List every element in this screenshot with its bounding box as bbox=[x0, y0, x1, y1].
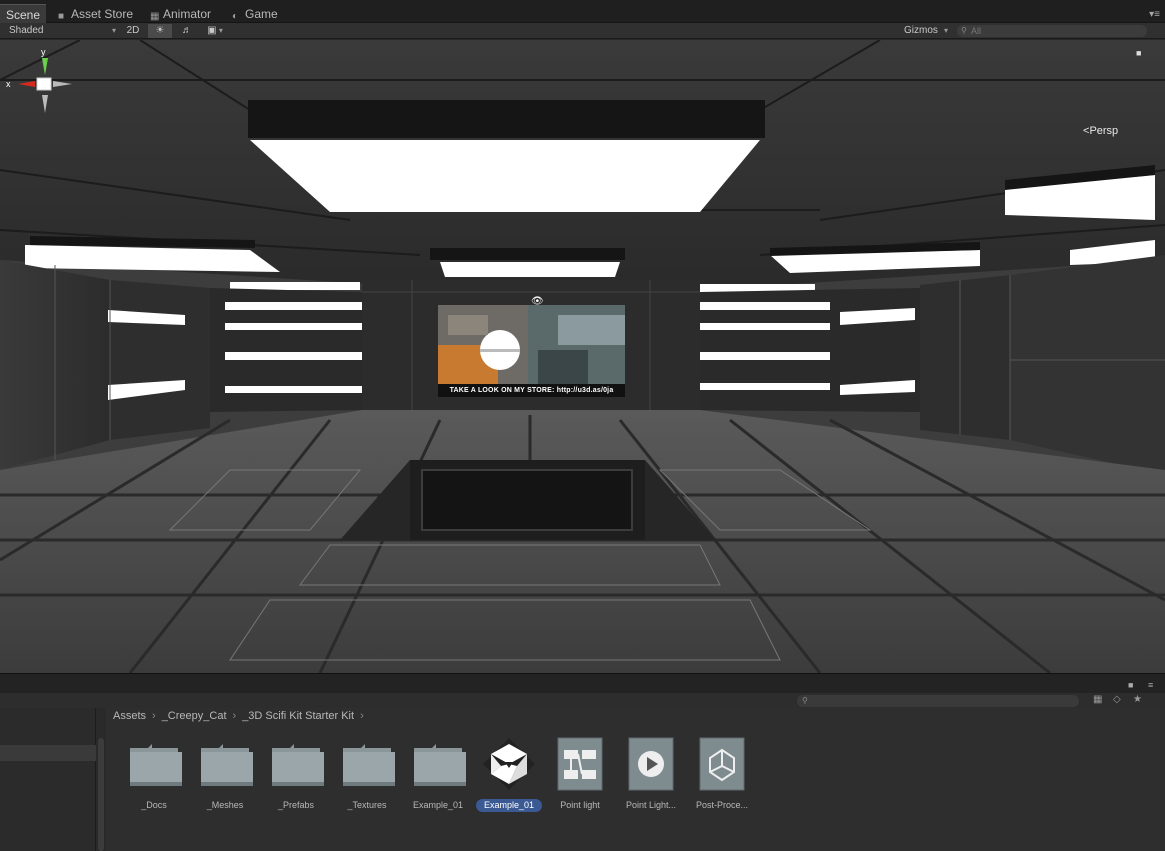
scene-toolbar: Shaded ▾ 2D ☀ ♬ ▣ ▾ Gizmos ▾ ⚲ All bbox=[0, 23, 1165, 39]
folder-tree-scrollbar[interactable] bbox=[96, 708, 106, 851]
image-icon: ▣ bbox=[207, 25, 217, 36]
search-icon: ⚲ bbox=[961, 26, 967, 35]
projection-label: Persp bbox=[1089, 125, 1119, 137]
project-search-input[interactable]: ⚲ bbox=[797, 695, 1079, 707]
store-screen-caption: TAKE A LOOK ON MY STORE: http://u3d.as/0… bbox=[438, 384, 625, 397]
asset-item-post-processing[interactable]: Post-Proce... bbox=[686, 736, 758, 812]
project-folder-tree[interactable] bbox=[0, 708, 96, 851]
asset-label: Post-Proce... bbox=[695, 800, 749, 810]
asset-item-textures-folder[interactable]: _Textures bbox=[331, 736, 403, 812]
tab-animator-label: Animator bbox=[163, 7, 212, 21]
filter-by-type-icon[interactable]: ▦ bbox=[1093, 694, 1102, 705]
folder-icon bbox=[339, 736, 395, 792]
lock-icon[interactable]: ■ bbox=[1136, 48, 1141, 58]
folder-icon bbox=[197, 736, 253, 792]
asset-label: _Meshes bbox=[206, 800, 244, 810]
editor-tab-bar: Scene ■ Asset Store ▦ Animator ◐ Game ▾≡ bbox=[0, 0, 1165, 23]
unity-asset-icon bbox=[694, 736, 750, 792]
2d-toggle-label: 2D bbox=[126, 25, 140, 36]
panel-menu-icon[interactable]: ≡ bbox=[1148, 680, 1153, 690]
shading-mode-dropdown[interactable]: Shaded ▾ bbox=[4, 24, 118, 38]
selected-tree-item[interactable] bbox=[0, 745, 96, 761]
tab-scene[interactable]: Scene bbox=[0, 4, 47, 23]
tab-asset-store-label: Asset Store bbox=[71, 7, 134, 21]
asset-item-point-light-clip[interactable]: Point Light... bbox=[615, 736, 687, 812]
asset-item-example-folder[interactable]: Example_01 bbox=[402, 736, 474, 812]
breadcrumb-creepy-cat[interactable]: _Creepy_Cat bbox=[162, 710, 227, 722]
audio-toggle-button[interactable]: ♬ bbox=[176, 24, 198, 38]
breadcrumb-scifi-kit[interactable]: _3D Scifi Kit Starter Kit bbox=[242, 710, 354, 722]
game-icon: ◐ bbox=[232, 11, 239, 22]
store-screen: TAKE A LOOK ON MY STORE: http://u3d.as/0… bbox=[438, 305, 625, 397]
tab-menu-icon[interactable]: ▾≡ bbox=[1149, 9, 1160, 20]
asset-label: Example_01 bbox=[412, 800, 464, 810]
chevron-right-icon: › bbox=[360, 710, 364, 722]
asset-label: Point light bbox=[560, 800, 600, 810]
chevron-right-icon: › bbox=[232, 710, 237, 722]
lock-icon[interactable]: ■ bbox=[1128, 680, 1133, 690]
gizmo-axis-x: x bbox=[6, 79, 11, 89]
scene-search-input[interactable]: ⚲ All bbox=[957, 25, 1147, 37]
scene-viewport[interactable]: TAKE A LOOK ON MY STORE: http://u3d.as/0… bbox=[0, 40, 1165, 673]
scrollbar-thumb[interactable] bbox=[98, 738, 104, 851]
asset-item-meshes-folder[interactable]: _Meshes bbox=[189, 736, 261, 812]
asset-label: _Prefabs bbox=[277, 800, 315, 810]
animation-clip-icon bbox=[623, 736, 679, 792]
lock-icon: ■ bbox=[58, 11, 65, 22]
chevron-down-icon: ▾ bbox=[111, 26, 116, 35]
2d-toggle-button[interactable]: 2D bbox=[122, 24, 144, 38]
asset-item-point-light-controller[interactable]: Point light bbox=[544, 736, 616, 812]
sun-icon: ☀ bbox=[155, 25, 165, 36]
favorite-star-icon[interactable]: ★ bbox=[1133, 694, 1142, 705]
asset-label: _Docs bbox=[141, 800, 167, 810]
lighting-toggle-button[interactable]: ☀ bbox=[148, 24, 172, 38]
pane-divider[interactable] bbox=[0, 673, 1165, 693]
search-icon: ⚲ bbox=[802, 696, 808, 705]
tab-game[interactable]: ◐ Game bbox=[226, 4, 284, 23]
gizmo-axis-y: y bbox=[41, 47, 46, 57]
visibility-eye-icon: 👁 bbox=[531, 296, 544, 307]
animator-icon: ▦ bbox=[150, 11, 160, 22]
asset-item-docs-folder[interactable]: _Docs bbox=[118, 736, 190, 812]
asset-item-example-scene[interactable]: Example_01 bbox=[473, 736, 545, 812]
animator-controller-icon bbox=[552, 736, 608, 792]
gizmos-label: Gizmos bbox=[904, 25, 938, 36]
filter-by-label-icon[interactable]: ◇ bbox=[1113, 694, 1121, 705]
tab-animator[interactable]: ▦ Animator bbox=[144, 4, 217, 23]
asset-label: Point Light... bbox=[625, 800, 677, 810]
folder-icon bbox=[268, 736, 324, 792]
asset-label-selected: Example_01 bbox=[475, 799, 543, 812]
chevron-right-icon: › bbox=[152, 710, 156, 722]
chevron-down-icon: ▾ bbox=[216, 26, 223, 35]
orientation-gizmo[interactable]: y x bbox=[0, 45, 90, 145]
shading-mode-value: Shaded bbox=[9, 25, 44, 36]
folder-icon bbox=[126, 736, 182, 792]
tab-game-label: Game bbox=[245, 7, 278, 21]
asset-item-prefabs-folder[interactable]: _Prefabs bbox=[260, 736, 332, 812]
scene-search-placeholder: All bbox=[971, 26, 982, 36]
effects-dropdown[interactable]: ▣ ▾ bbox=[200, 24, 230, 38]
chevron-down-icon: ▾ bbox=[943, 26, 948, 35]
breadcrumb-assets[interactable]: Assets bbox=[113, 710, 146, 722]
tab-asset-store[interactable]: ■ Asset Store bbox=[52, 4, 139, 23]
asset-label: _Textures bbox=[347, 800, 387, 810]
breadcrumb: Assets › _Creepy_Cat › _3D Scifi Kit Starter… bbox=[113, 710, 370, 722]
projection-toggle[interactable]: <Persp bbox=[1083, 125, 1118, 137]
tab-scene-label: Scene bbox=[6, 8, 41, 22]
gizmos-dropdown[interactable]: Gizmos ▾ bbox=[904, 24, 950, 38]
unity-logo-icon bbox=[481, 736, 537, 792]
folder-icon bbox=[410, 736, 466, 792]
audio-icon: ♬ bbox=[182, 25, 192, 36]
